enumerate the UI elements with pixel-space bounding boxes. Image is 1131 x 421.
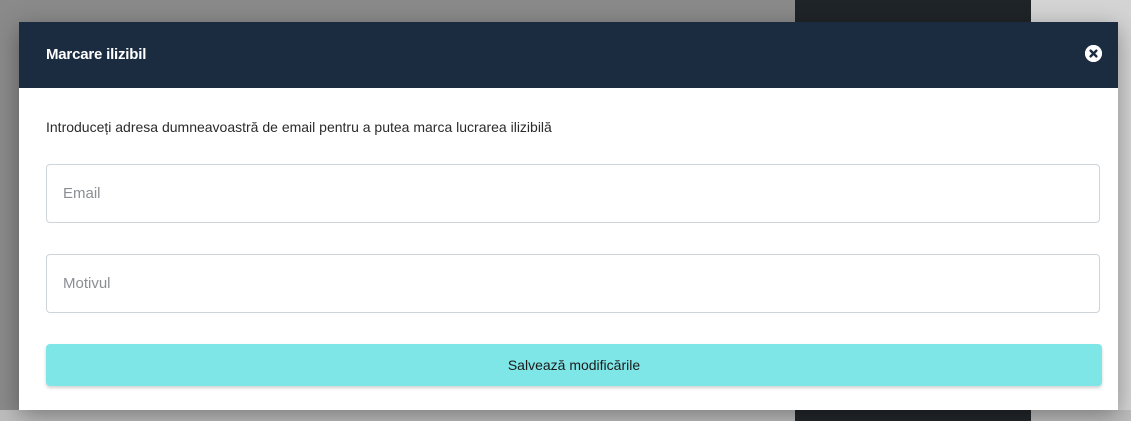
mark-illegible-dialog: Marcare ilizibil Introduceți adresa dumn… — [19, 22, 1118, 410]
reason-field[interactable] — [47, 255, 1099, 312]
save-button[interactable]: Salvează modificările — [46, 344, 1102, 386]
background-bottom — [0, 410, 1131, 421]
reason-field-wrapper — [46, 254, 1100, 313]
email-field[interactable] — [47, 165, 1099, 222]
email-field-wrapper — [46, 164, 1100, 223]
dialog-header: Marcare ilizibil — [19, 22, 1118, 88]
background-bottom-dark — [795, 410, 1031, 421]
dialog-title: Marcare ilizibil — [46, 46, 147, 63]
intro-text: Introduceți adresa dumneavoastră de emai… — [46, 119, 552, 135]
close-button[interactable] — [1085, 45, 1102, 62]
close-circle-icon — [1085, 45, 1102, 62]
